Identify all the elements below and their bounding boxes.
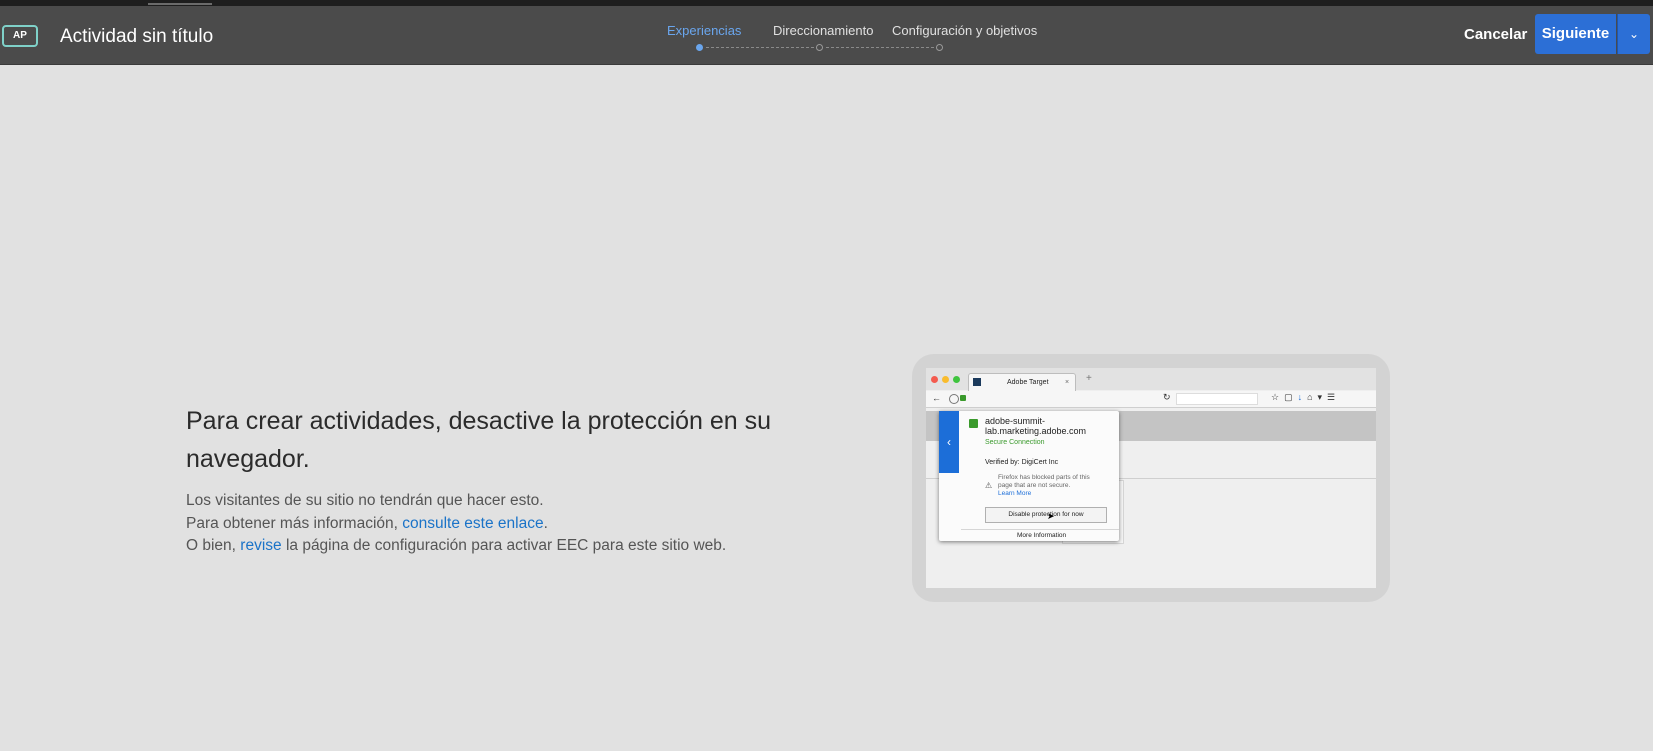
maximize-dot-icon	[953, 376, 960, 383]
close-icon: ×	[1065, 379, 1070, 386]
step-dot-1[interactable]	[696, 44, 703, 51]
warning-icon: ⚠	[985, 481, 993, 490]
browser-url-bar: ← ↻ ☆▢↓⌂▾☰	[926, 391, 1376, 408]
lock-icon	[969, 419, 978, 428]
popup-verified: Verified by: DigiCert Inc	[985, 459, 1059, 466]
activity-title[interactable]: Actividad sin título	[60, 26, 213, 48]
toolbar-icons: ☆▢↓⌂▾☰	[1271, 392, 1341, 402]
minimize-dot-icon	[942, 376, 949, 383]
back-arrow-icon: ←	[932, 393, 941, 403]
popup-warning-line: page that are not secure.	[998, 482, 1071, 489]
info-link[interactable]: consulte este enlace	[402, 515, 543, 532]
step-dot-2[interactable]	[816, 44, 823, 51]
message-text: O bien,	[186, 537, 241, 554]
popup-disable-button: Disable protection for now	[985, 507, 1107, 523]
step-direccionamiento[interactable]: Direccionamiento	[773, 23, 873, 38]
message-body: Los visitantes de su sitio no tendrán qu…	[186, 490, 726, 558]
step-experiencias[interactable]: Experiencias	[667, 23, 741, 38]
next-button[interactable]: Siguiente	[1535, 14, 1616, 54]
popup-divider	[961, 529, 1119, 530]
next-dropdown-button[interactable]: ⌄	[1617, 14, 1650, 54]
popup-secure-label: Secure Connection	[985, 439, 1045, 446]
popup-domain-line: adobe-summit-	[985, 416, 1046, 426]
popup-more-info: More Information	[1017, 532, 1067, 539]
search-box	[1176, 393, 1258, 405]
close-dot-icon	[931, 376, 938, 383]
back-chevron-icon: ‹	[939, 411, 959, 473]
browser-tab: Adobe Target ×	[968, 373, 1076, 391]
lock-icon	[960, 395, 966, 401]
chevron-down-icon: ⌄	[1628, 27, 1640, 41]
message-heading: Para crear actividades, desactive la pro…	[186, 407, 772, 473]
cursor-icon: ➤	[1047, 511, 1055, 521]
step-configuracion[interactable]: Configuración y objetivos	[892, 23, 1037, 38]
message-text: la página de configuración para activar …	[281, 537, 727, 554]
message-text: .	[543, 514, 548, 532]
favicon-icon	[973, 378, 981, 386]
app-badge[interactable]: AP	[2, 25, 38, 47]
tab-indicator	[148, 3, 212, 5]
message-line: Los visitantes de su sitio no tendrán qu…	[186, 492, 544, 509]
message-line: O bien, revise la página de configuració…	[186, 535, 726, 558]
browser-tab-bar: Adobe Target × +	[926, 368, 1376, 391]
browser-illustration: Adobe Target × + ← ↻ ☆▢↓⌂▾☰ ‹ adobe-summ…	[926, 368, 1376, 588]
cancel-button[interactable]: Cancelar	[1464, 26, 1527, 43]
popup-warning: Firefox has blocked parts of this page t…	[998, 474, 1090, 498]
review-link[interactable]: revise	[240, 537, 281, 554]
security-popup: ‹ adobe-summit- lab.marketing.adobe.com …	[939, 411, 1119, 541]
message-text: Para obtener más información,	[186, 514, 403, 532]
popup-domain: adobe-summit- lab.marketing.adobe.com	[985, 416, 1086, 436]
message-line: Para obtener más información, consulte e…	[186, 513, 726, 536]
popup-domain-line: lab.marketing.adobe.com	[985, 426, 1087, 436]
browser-tab-title: Adobe Target	[1007, 379, 1049, 386]
step-connector	[706, 47, 814, 48]
popup-learn-more: Learn More	[998, 490, 1032, 497]
header-bar: AP Actividad sin título Experiencias Dir…	[0, 6, 1653, 65]
new-tab-icon: +	[1086, 373, 1092, 384]
popup-warning-line: Firefox has blocked parts of this	[998, 474, 1090, 481]
step-dot-3[interactable]	[936, 44, 943, 51]
step-connector	[826, 47, 934, 48]
info-icon	[949, 394, 959, 404]
reload-icon: ↻	[1163, 392, 1171, 402]
